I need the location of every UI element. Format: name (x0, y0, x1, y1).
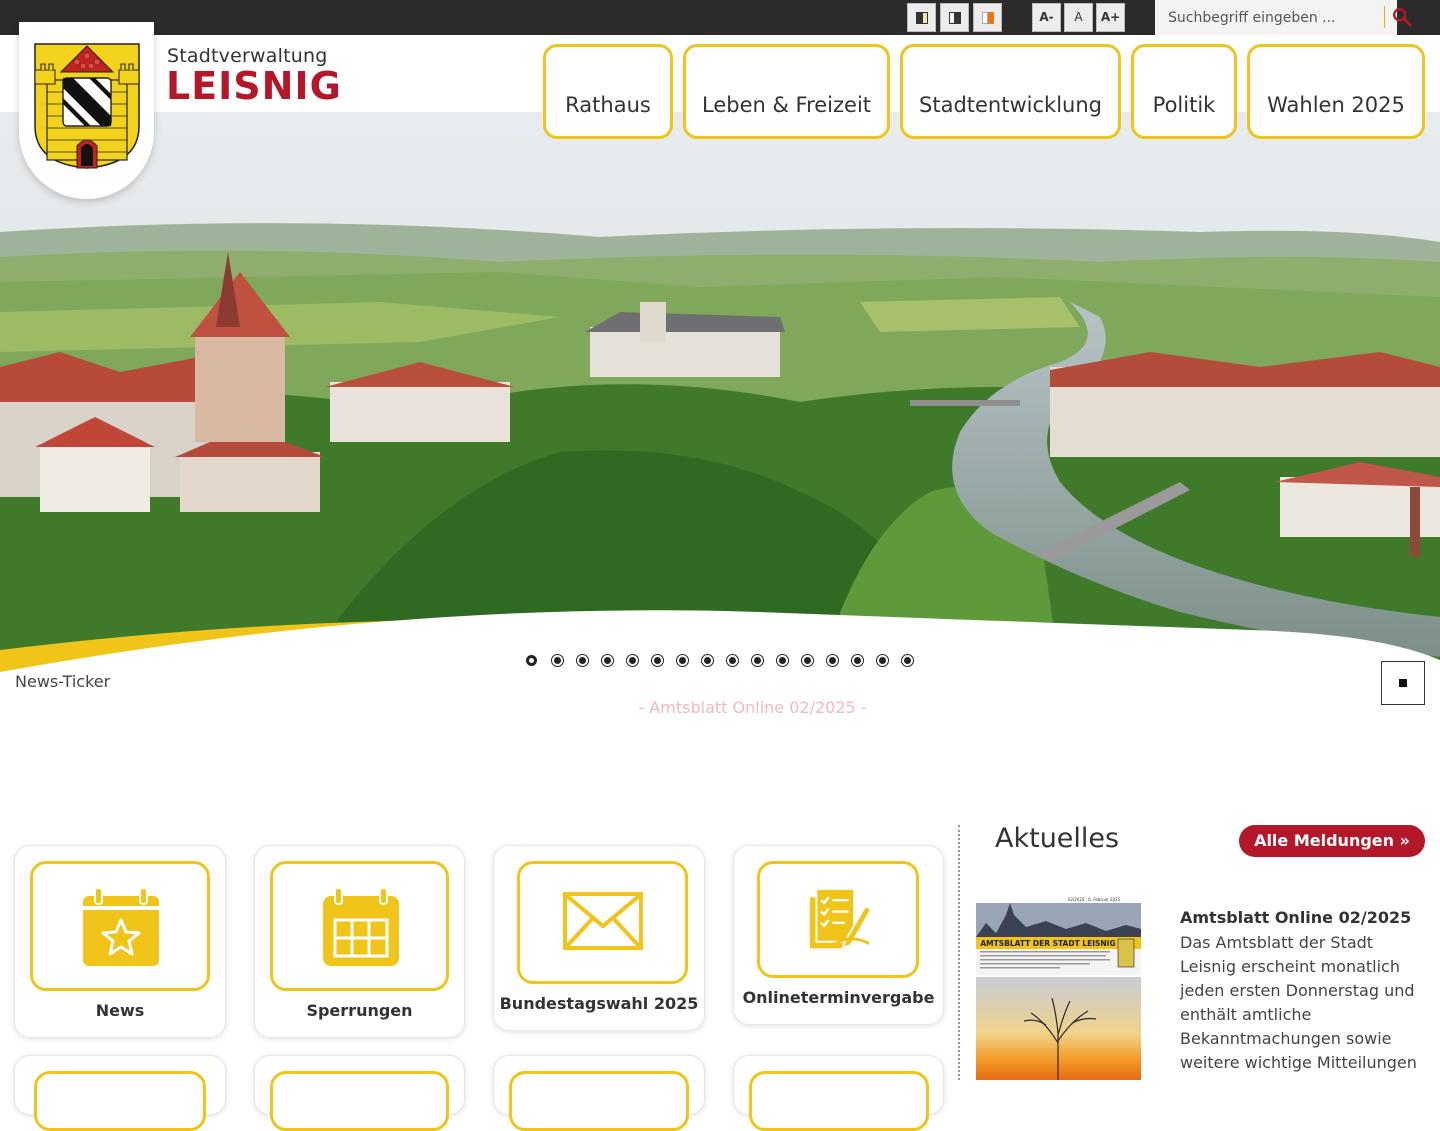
slider-dot-1[interactable] (526, 655, 537, 666)
tile-sperrungen-icon-frame (270, 861, 449, 991)
tile-row2-4-frame (749, 1071, 929, 1131)
news-ticker-label: News-Ticker (15, 672, 111, 691)
tile-row2-1-frame (34, 1071, 206, 1131)
slider-dot-5[interactable] (627, 655, 638, 666)
nav-rathaus[interactable]: Rathaus (543, 44, 673, 139)
coat-of-arms-icon (34, 43, 140, 169)
tile-onlineterminvergabe-label: Onlineterminvergabe (742, 988, 935, 1007)
tile-row2-1[interactable] (14, 1055, 226, 1131)
aktuelles-heading: Aktuelles (995, 823, 1120, 854)
stop-icon (1399, 679, 1407, 687)
logo-title[interactable]: LEISNIG (166, 64, 342, 108)
ticker-pause-button[interactable] (1381, 661, 1425, 705)
news-ticker-text[interactable]: - Amtsblatt Online 02/2025 - (0, 698, 1440, 717)
news-item-title[interactable]: Amtsblatt Online 02/2025 (1180, 908, 1411, 927)
slider-dot-9[interactable] (727, 655, 738, 666)
tile-bundestagswahl[interactable]: Bundestagswahl 2025 (493, 845, 705, 1031)
search-input[interactable] (1155, 0, 1383, 35)
contrast-default-button[interactable] (907, 3, 936, 32)
slider-dot-4[interactable] (602, 655, 613, 666)
tile-onlineterminvergabe[interactable]: Onlineterminvergabe (733, 845, 944, 1025)
slider-dot-10[interactable] (752, 655, 763, 666)
tile-news-icon-frame (30, 861, 210, 991)
search-divider (1384, 6, 1385, 28)
tile-row2-2-frame (270, 1071, 449, 1131)
font-smaller-button[interactable]: A- (1032, 3, 1061, 32)
form-checklist-icon (807, 887, 873, 951)
tile-row2-4[interactable] (733, 1055, 944, 1131)
hero-slider[interactable] (0, 112, 1440, 672)
top-bar: A- A A+ (0, 0, 1440, 35)
tile-onlineterminvergabe-icon-frame (757, 861, 919, 978)
nav-politik[interactable]: Politik (1131, 44, 1237, 139)
news-thumbnail[interactable]: 02/2025 · 6. Februar 2025 AMTSBLATT DER … (976, 893, 1141, 1080)
svg-text:02/2025 · 6. Februar 2025: 02/2025 · 6. Februar 2025 (1068, 897, 1121, 902)
column-divider (958, 825, 960, 1080)
font-larger-button[interactable]: A+ (1096, 3, 1125, 32)
font-normal-button[interactable]: A (1064, 3, 1093, 32)
slider-dot-7[interactable] (677, 655, 688, 666)
calendar-grid-icon (323, 888, 399, 966)
tile-row2-3-frame (509, 1071, 689, 1131)
slider-dot-13[interactable] (827, 655, 838, 666)
logo-badge[interactable] (19, 22, 154, 199)
tile-bundestagswahl-label: Bundestagswahl 2025 (499, 994, 699, 1013)
tile-news-label: News (95, 1001, 145, 1020)
contrast-color-button[interactable] (973, 3, 1002, 32)
hero-landscape-image (0, 112, 1440, 672)
tile-bundestagswahl-icon-frame (517, 861, 688, 984)
nav-wahlen-2025[interactable]: Wahlen 2025 (1247, 44, 1425, 139)
slider-dot-3[interactable] (577, 655, 588, 666)
slider-dot-2[interactable] (552, 655, 563, 666)
slider-dot-15[interactable] (877, 655, 888, 666)
amtsblatt-cover-image: 02/2025 · 6. Februar 2025 AMTSBLATT DER … (976, 893, 1141, 1080)
tile-news[interactable]: News (14, 845, 226, 1038)
slider-dot-14[interactable] (852, 655, 863, 666)
svg-text:AMTSBLATT DER STADT LEISNIG: AMTSBLATT DER STADT LEISNIG (980, 939, 1115, 948)
slider-dot-12[interactable] (802, 655, 813, 666)
search-icon[interactable] (1391, 6, 1413, 28)
news-item-teaser: Das Amtsblatt der Stadt Leisnig erschein… (1180, 933, 1417, 1072)
alle-meldungen-button[interactable]: Alle Meldungen » (1239, 825, 1425, 857)
search-box (1155, 0, 1412, 35)
nav-leben-freizeit[interactable]: Leben & Freizeit (683, 44, 890, 139)
calendar-star-icon (83, 888, 159, 966)
slider-dot-16[interactable] (902, 655, 913, 666)
tile-sperrungen[interactable]: Sperrungen (254, 845, 465, 1038)
tile-row2-2[interactable] (254, 1055, 465, 1131)
slider-dot-6[interactable] (652, 655, 663, 666)
nav-stadtentwicklung[interactable]: Stadtentwicklung (900, 44, 1121, 139)
slider-dot-11[interactable] (777, 655, 788, 666)
tile-row2-3[interactable] (493, 1055, 705, 1131)
envelope-icon (563, 892, 643, 950)
slider-dot-8[interactable] (702, 655, 713, 666)
contrast-high-button[interactable] (940, 3, 969, 32)
tile-sperrungen-label: Sperrungen (306, 1001, 413, 1020)
